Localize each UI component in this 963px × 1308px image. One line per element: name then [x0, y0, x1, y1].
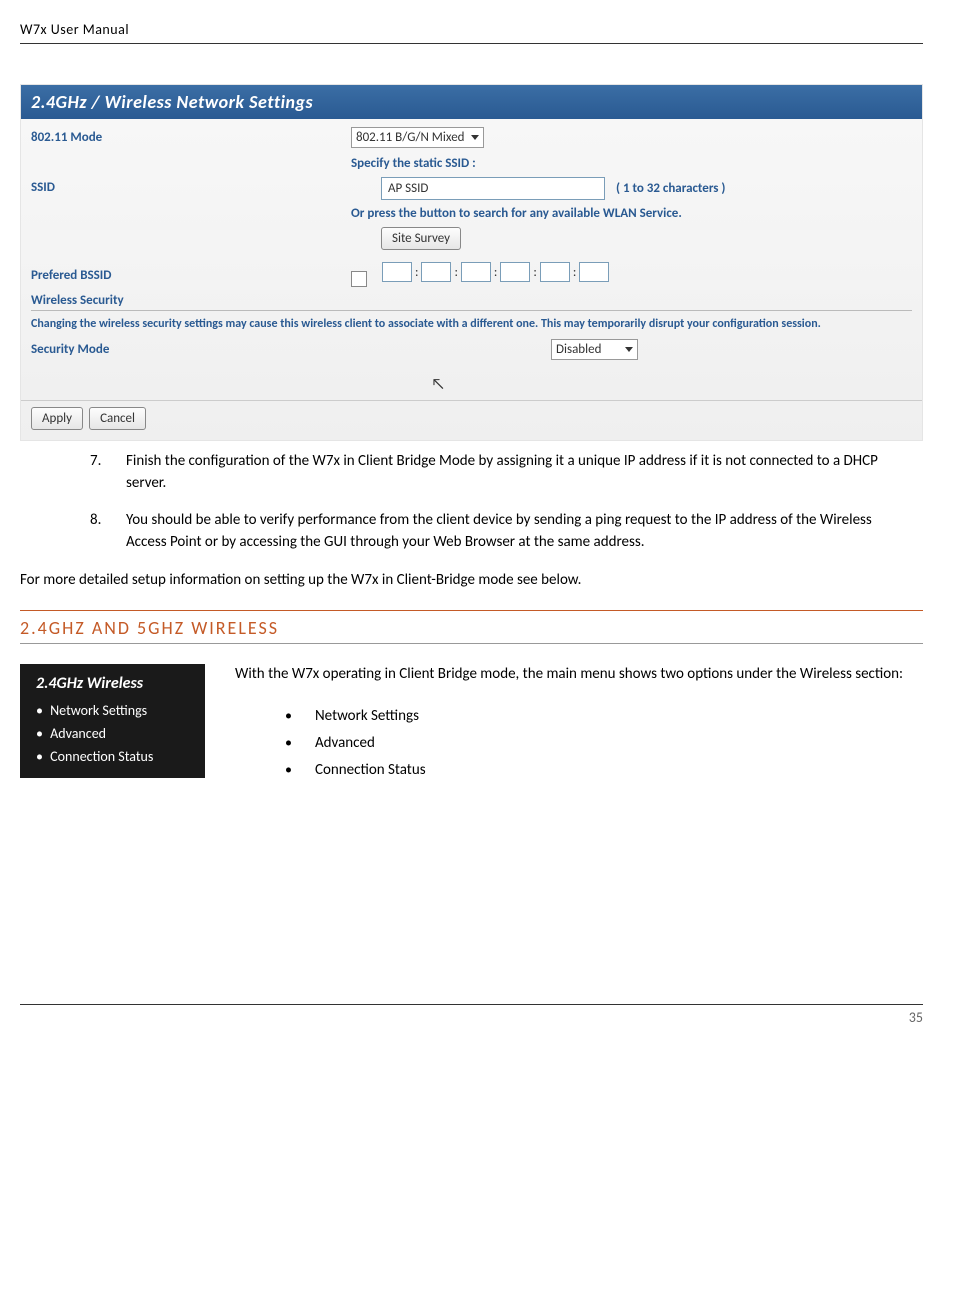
step-8: 8. You should be able to verify performa…: [90, 510, 923, 554]
apply-button[interactable]: Apply: [31, 407, 83, 430]
mode-select-value: 802.11 B/G/N Mixed: [356, 130, 465, 145]
sidebar-item-connection-status[interactable]: Connection Status: [20, 745, 205, 768]
bullet-list: Network Settings Advanced Connection Sta…: [285, 703, 923, 784]
ssid-char-hint: ( 1 to 32 characters ): [616, 181, 726, 196]
chevron-down-icon: [625, 347, 633, 352]
bssid-octet-5[interactable]: [540, 262, 570, 282]
security-mode-label: Security Mode: [31, 342, 351, 357]
bssid-octet-6[interactable]: [579, 262, 609, 282]
ssid-label: SSID: [31, 154, 351, 195]
bssid-input-group: : : : : :: [382, 262, 609, 282]
step-text: You should be able to verify performance…: [126, 510, 923, 554]
bssid-octet-2[interactable]: [421, 262, 451, 282]
step-number: 8.: [90, 510, 126, 554]
step-number: 7.: [90, 451, 126, 495]
wireless-settings-panel: 2.4GHz / Wireless Network Settings 802.1…: [20, 84, 923, 441]
bssid-octet-4[interactable]: [500, 262, 530, 282]
sidebar-item-advanced[interactable]: Advanced: [20, 722, 205, 745]
doc-header: W7x User Manual: [20, 20, 923, 44]
chevron-down-icon: [471, 135, 479, 140]
security-mode-select[interactable]: Disabled: [551, 339, 638, 360]
mode-label: 802.11 Mode: [31, 127, 351, 145]
bssid-octet-1[interactable]: [382, 262, 412, 282]
panel-title: 2.4GHz / Wireless Network Settings: [21, 85, 922, 119]
section-heading-wireless: 2.4GHZ AND 5GHZ WIRELESS: [20, 610, 923, 644]
wireless-intro-paragraph: With the W7x operating in Client Bridge …: [235, 664, 923, 686]
more-detail-paragraph: For more detailed setup information on s…: [20, 570, 923, 592]
security-warning-text: Changing the wireless security settings …: [31, 317, 912, 331]
divider: [21, 400, 922, 401]
page-number: 35: [909, 1009, 923, 1026]
security-mode-value: Disabled: [556, 342, 601, 357]
bssid-label: Prefered BSSID: [31, 265, 351, 283]
sidebar-menu-title: 2.4GHz Wireless: [20, 670, 205, 699]
bssid-octet-3[interactable]: [461, 262, 491, 282]
sidebar-menu: 2.4GHz Wireless Network Settings Advance…: [20, 664, 205, 778]
specify-ssid-text: Specify the static SSID :: [351, 156, 912, 171]
cursor-icon: ↖: [431, 375, 963, 394]
bullet-item: Advanced: [285, 730, 923, 757]
wireless-security-heading: Wireless Security: [31, 293, 912, 311]
ssid-input[interactable]: AP SSID: [381, 177, 605, 200]
sidebar-item-network-settings[interactable]: Network Settings: [20, 699, 205, 722]
doc-title: W7x User Manual: [20, 21, 129, 38]
step-7: 7. Finish the configuration of the W7x i…: [90, 451, 923, 495]
bullet-item: Connection Status: [285, 757, 923, 784]
bullet-item: Network Settings: [285, 703, 923, 730]
step-text: Finish the configuration of the W7x in C…: [126, 451, 923, 495]
or-press-text: Or press the button to search for any av…: [351, 206, 912, 221]
page-footer: 35: [20, 1004, 923, 1026]
cancel-button[interactable]: Cancel: [89, 407, 146, 430]
mode-select[interactable]: 802.11 B/G/N Mixed: [351, 127, 484, 148]
bssid-checkbox[interactable]: [351, 271, 367, 287]
site-survey-button[interactable]: Site Survey: [381, 227, 461, 250]
